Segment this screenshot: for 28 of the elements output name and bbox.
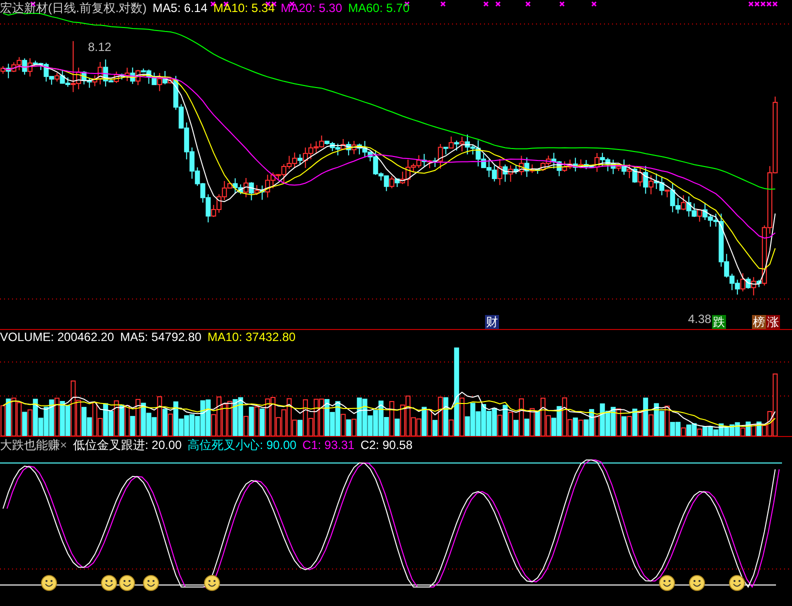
event-badge: 涨 bbox=[766, 315, 780, 329]
smiley-icon bbox=[101, 575, 117, 591]
stock-title: 宏达新材(日线.前复权.对数) bbox=[0, 0, 147, 16]
smiley-icon bbox=[143, 575, 159, 591]
event-badge: 榜 bbox=[752, 315, 766, 329]
price-label: 4.38 bbox=[688, 312, 712, 327]
indicator-value: 高位死叉小心: 90.00 bbox=[188, 438, 296, 452]
close-button[interactable]: × bbox=[60, 438, 68, 452]
ma-value: MA60: 5.70 bbox=[348, 0, 410, 16]
smiley-icon bbox=[119, 575, 135, 591]
indicator-value: C1: 93.31 bbox=[302, 438, 354, 452]
volume-value: VOLUME: 200462.20 bbox=[0, 330, 114, 345]
event-badge: 财 bbox=[485, 315, 499, 329]
smiley-icon bbox=[689, 575, 705, 591]
indicator-value: C2: 90.58 bbox=[360, 438, 413, 452]
ma-value: MA20: 5.30 bbox=[280, 0, 342, 16]
smiley-icon bbox=[204, 575, 220, 591]
volume-value: MA10: 37432.80 bbox=[207, 330, 296, 345]
smiley-icon bbox=[41, 575, 57, 591]
ma-value: MA10: 5.34 bbox=[213, 0, 275, 16]
volume-value: MA5: 54792.80 bbox=[120, 330, 202, 345]
ma-value: MA5: 6.14 bbox=[152, 0, 208, 16]
price-label: 8.12 bbox=[88, 40, 112, 55]
indicator-title: 大跌也能赚 bbox=[0, 438, 60, 452]
smiley-icon bbox=[659, 575, 675, 591]
indicator-value: 低位金叉跟进: 20.00 bbox=[73, 438, 182, 452]
event-badge: 跌 bbox=[712, 315, 726, 329]
smiley-icon bbox=[729, 575, 745, 591]
